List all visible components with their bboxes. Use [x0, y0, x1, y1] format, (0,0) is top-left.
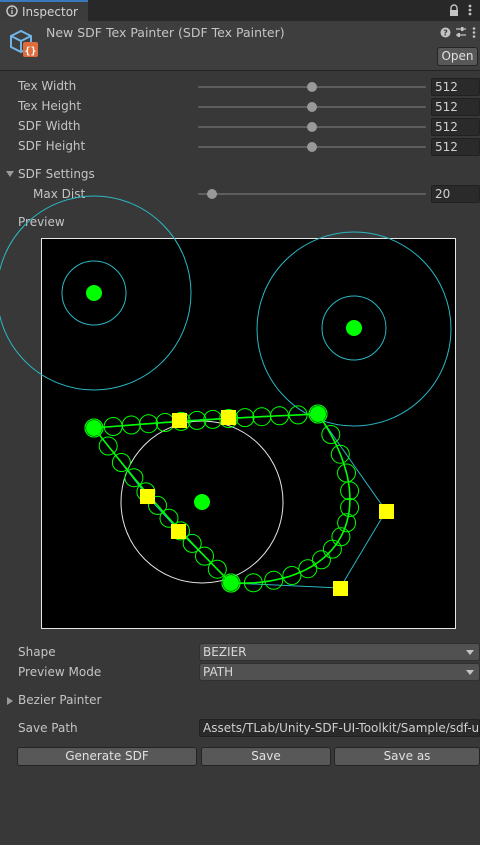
save-path-label: Save Path: [18, 721, 78, 735]
control-point[interactable]: [221, 410, 236, 425]
foldout-arrow-icon[interactable]: [7, 697, 13, 705]
shape-dropdown-value: BEZIER: [203, 645, 247, 659]
control-point[interactable]: [140, 489, 155, 504]
bezier-path-samples: [84, 404, 360, 593]
preview-mode-label: Preview Mode: [18, 665, 102, 679]
anchor-point[interactable]: [194, 494, 210, 510]
control-point[interactable]: [172, 413, 187, 428]
bezier-painter-foldout[interactable]: Bezier Painter: [18, 693, 101, 707]
anchor-point[interactable]: [346, 320, 362, 336]
control-point[interactable]: [333, 581, 348, 596]
save-as-button[interactable]: Save as: [334, 747, 480, 766]
generate-sdf-button[interactable]: Generate SDF: [17, 747, 197, 766]
control-lines: [93, 413, 387, 589]
shape-dropdown[interactable]: BEZIER: [199, 643, 480, 661]
anchor-point[interactable]: [310, 406, 326, 422]
control-point[interactable]: [171, 524, 186, 539]
preview-mode-dropdown-value: PATH: [203, 665, 234, 679]
save-button[interactable]: Save: [201, 747, 331, 766]
shape-label: Shape: [18, 645, 56, 659]
control-point[interactable]: [379, 504, 394, 519]
preview-mode-dropdown[interactable]: PATH: [199, 663, 480, 681]
anchor-point[interactable]: [86, 420, 102, 436]
bezier-segment: [93, 427, 232, 584]
control-points: [140, 410, 394, 596]
save-path-field[interactable]: Assets/TLab/Unity-SDF-UI-Toolkit/Sample/…: [199, 719, 480, 737]
anchor-point[interactable]: [86, 285, 102, 301]
anchor-point[interactable]: [223, 575, 239, 591]
chevron-down-icon: [466, 670, 474, 675]
bezier-path-lines: [93, 413, 351, 585]
anchor-points: [86, 285, 362, 591]
chevron-down-icon: [466, 650, 474, 655]
